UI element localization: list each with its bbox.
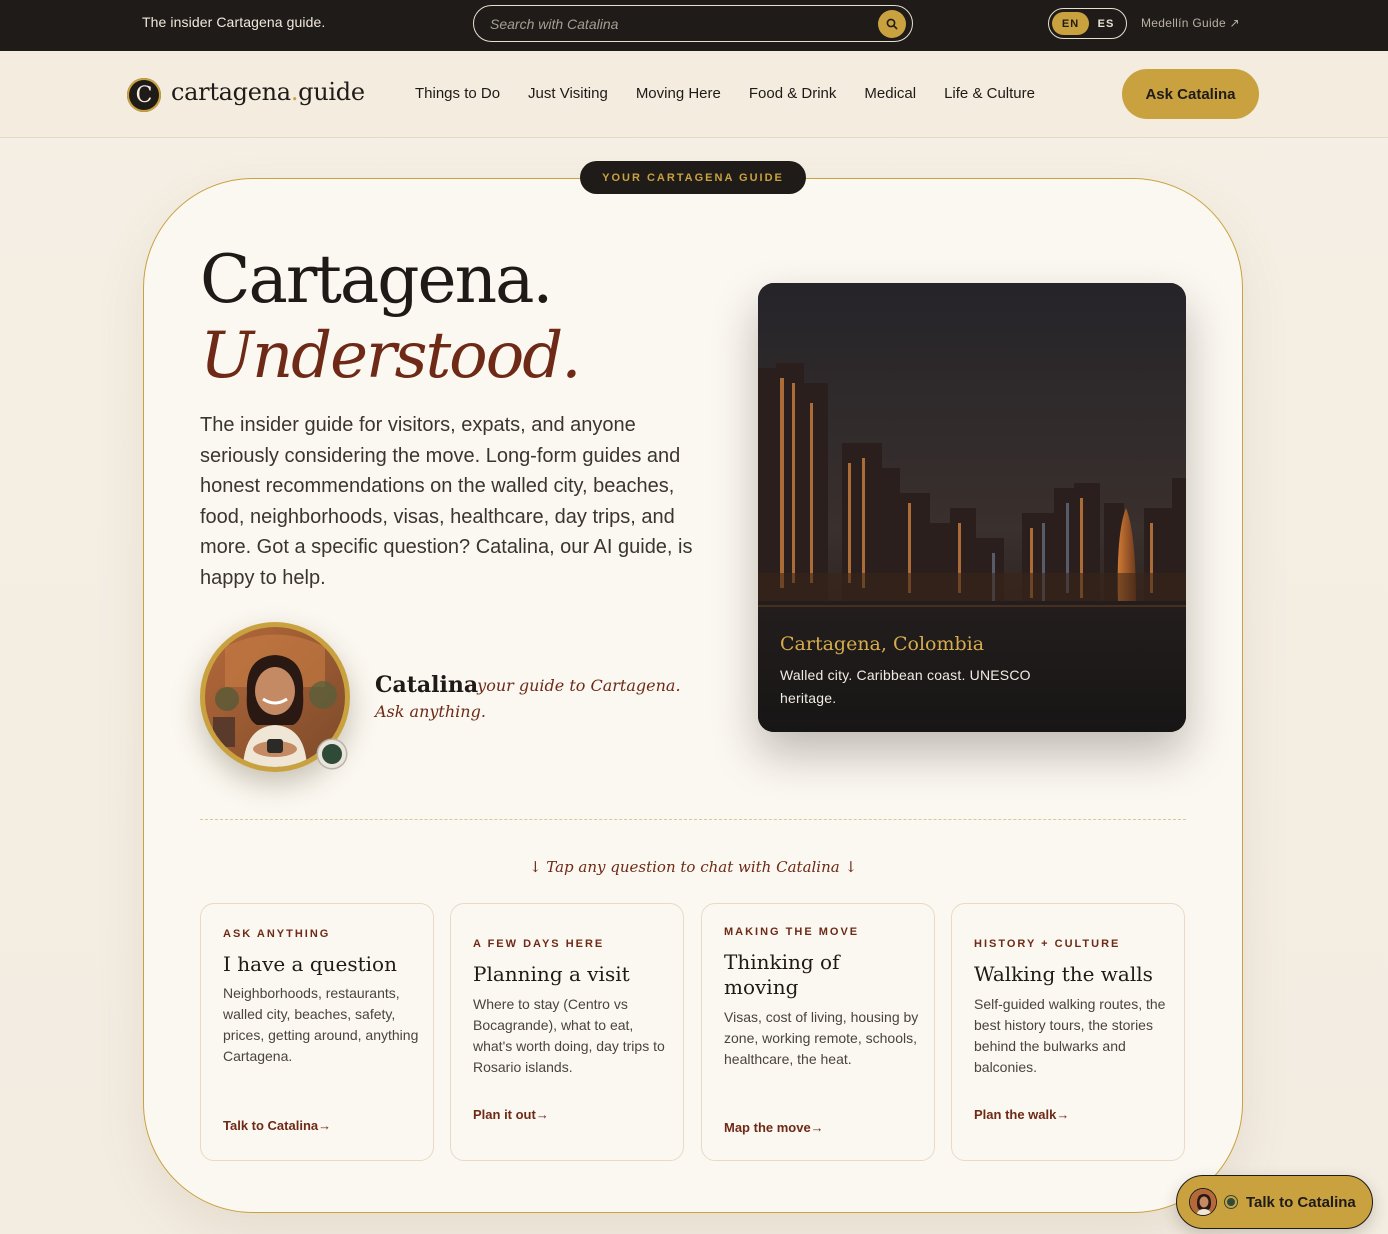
section-badge: YOUR CARTAGENA GUIDE bbox=[580, 161, 806, 194]
online-status-icon bbox=[318, 740, 346, 768]
online-status-icon bbox=[1225, 1196, 1237, 1208]
card-kicker: HISTORY + CULTURE bbox=[974, 938, 1121, 950]
photo-caption-title: Cartagena, Colombia bbox=[780, 633, 985, 655]
catalina-mini-portrait bbox=[1190, 1189, 1216, 1215]
card-kicker: A FEW DAYS HERE bbox=[473, 938, 605, 950]
nav-item-just-visiting[interactable]: Just Visiting bbox=[528, 85, 608, 102]
medellin-guide-link[interactable]: Medellín Guide ↗ bbox=[1141, 16, 1240, 30]
card-description: Neighborhoods, restaurants, walled city,… bbox=[223, 985, 419, 1064]
question-card-making-move[interactable]: MAKING THE MOVE Thinking of moving Visas… bbox=[701, 903, 935, 1161]
card-cta-link[interactable]: Talk to Catalina→ bbox=[223, 1118, 331, 1133]
card-cta-link[interactable]: Plan the walk→ bbox=[974, 1107, 1069, 1122]
hero-intro: The insider guide for visitors, expats, … bbox=[200, 414, 693, 589]
nav-item-food-drink[interactable]: Food & Drink bbox=[749, 85, 837, 102]
guide-tagline-ask: Ask anything. bbox=[375, 702, 486, 721]
question-card-few-days[interactable]: A FEW DAYS HERE Planning a visit Where t… bbox=[450, 903, 684, 1161]
card-title: I have a question bbox=[223, 952, 397, 976]
guide-tagline: · your guide to Cartagena. bbox=[467, 676, 681, 695]
card-title: Thinking of moving bbox=[724, 950, 840, 999]
nav-item-life-culture[interactable]: Life & Culture bbox=[944, 85, 1035, 102]
card-title: Planning a visit bbox=[473, 962, 630, 986]
main-nav: C cartagena.guide Things to Do Just Visi… bbox=[0, 51, 1388, 138]
card-cta-link[interactable]: Plan it out→ bbox=[473, 1107, 549, 1122]
headline-accent: Understood. bbox=[200, 319, 582, 393]
site-tagline: The insider Cartagena guide. bbox=[142, 14, 326, 30]
nav-item-things-to-do[interactable]: Things to Do bbox=[415, 85, 500, 102]
section-divider bbox=[200, 819, 1186, 820]
card-description: Self-guided walking routes, the best his… bbox=[974, 996, 1166, 1075]
search-button[interactable] bbox=[878, 9, 906, 38]
guide-name: Catalina bbox=[375, 672, 479, 698]
search-icon bbox=[886, 18, 898, 29]
nav-links: Things to Do Just Visiting Moving Here F… bbox=[415, 85, 1035, 102]
ask-catalina-button[interactable]: Ask Catalina bbox=[1122, 69, 1259, 119]
logo-tld: guide bbox=[298, 78, 365, 106]
card-kicker: ASK ANYTHING bbox=[223, 928, 331, 940]
language-switcher: EN ES bbox=[1048, 8, 1127, 39]
lang-es-button[interactable]: ES bbox=[1091, 12, 1121, 35]
logo-wordmark[interactable]: cartagena.guide bbox=[171, 78, 365, 106]
talk-to-catalina-button[interactable]: Talk to Catalina bbox=[1176, 1175, 1373, 1229]
card-kicker: MAKING THE MOVE bbox=[724, 926, 860, 938]
logo-mark[interactable]: C bbox=[127, 78, 161, 112]
question-card-ask-anything[interactable]: ASK ANYTHING I have a question Neighborh… bbox=[200, 903, 434, 1161]
lang-en-button[interactable]: EN bbox=[1052, 12, 1089, 35]
question-card-history-culture[interactable]: HISTORY + CULTURE Walking the walls Self… bbox=[951, 903, 1185, 1161]
card-description: Visas, cost of living, housing by zone, … bbox=[724, 1009, 919, 1067]
tap-question-hint: ↓ Tap any question to chat with Catalina… bbox=[528, 858, 858, 876]
nav-item-moving-here[interactable]: Moving Here bbox=[636, 85, 721, 102]
photo-caption-text: Walled city. Caribbean coast. UNESCO her… bbox=[780, 667, 1031, 706]
mini-avatar bbox=[1189, 1188, 1217, 1216]
nav-item-medical[interactable]: Medical bbox=[864, 85, 916, 102]
card-cta-link[interactable]: Map the move→ bbox=[724, 1120, 824, 1135]
search-input[interactable] bbox=[490, 14, 870, 34]
headline-primary: Cartagena. bbox=[200, 241, 553, 318]
top-utility-bar: The insider Cartagena guide. EN ES Medel… bbox=[0, 0, 1388, 51]
card-description: Where to stay (Centro vs Bocagrande), wh… bbox=[473, 996, 665, 1075]
card-title: Walking the walls bbox=[974, 962, 1153, 986]
logo-name: cartagena bbox=[171, 78, 291, 106]
search-box[interactable] bbox=[473, 5, 913, 42]
talk-button-label: Talk to Catalina bbox=[1246, 1193, 1356, 1211]
